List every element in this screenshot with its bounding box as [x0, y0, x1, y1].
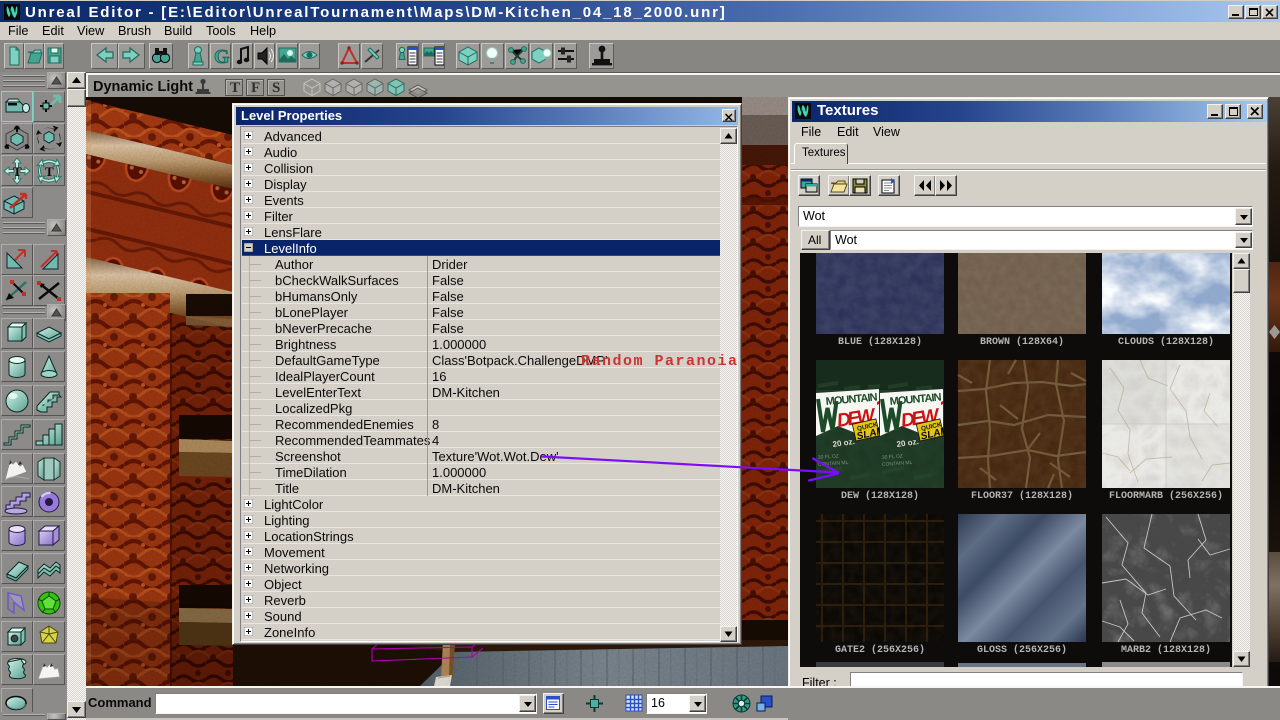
svg-text:T: T: [45, 164, 54, 179]
svg-text:T: T: [13, 164, 22, 179]
svg-text:G: G: [214, 46, 230, 68]
